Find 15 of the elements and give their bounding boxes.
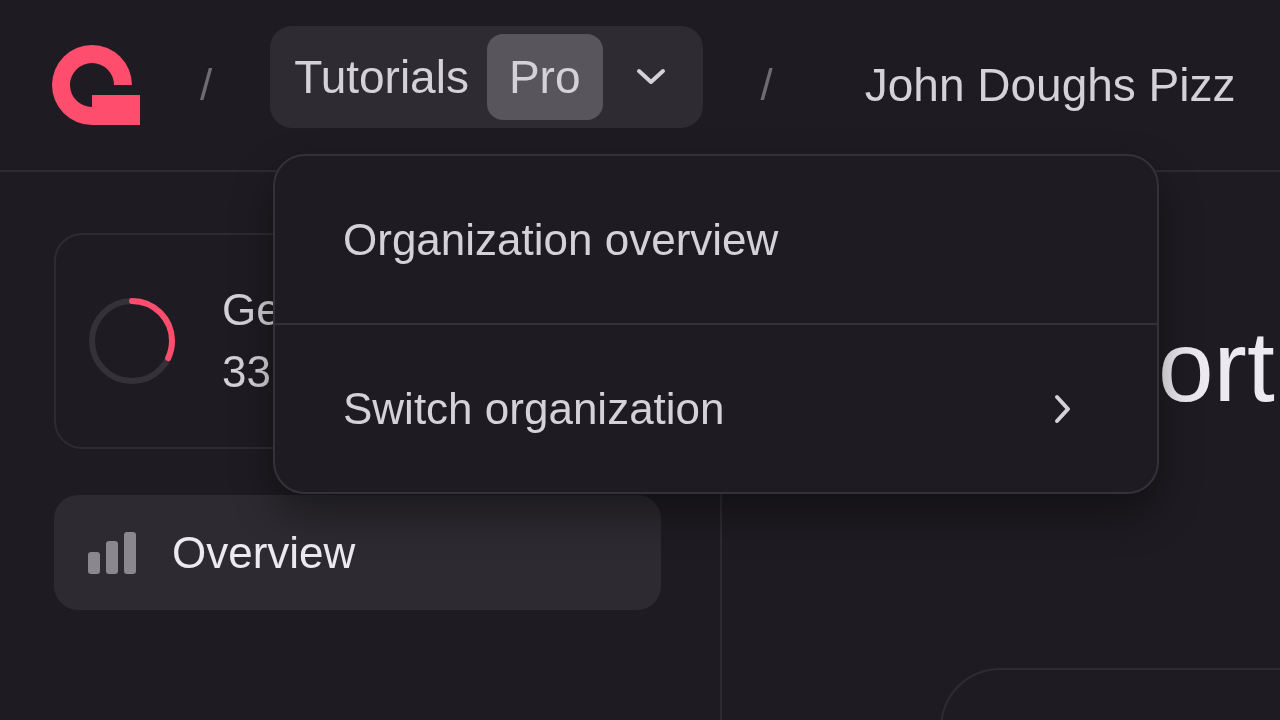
chevron-down-icon: [634, 67, 667, 87]
plan-badge: Pro: [486, 34, 603, 120]
nav-item[interactable]: Overview: [54, 495, 661, 610]
chevron-right-icon: [1053, 392, 1073, 425]
usage-value: 33: [222, 346, 272, 398]
logo-icon: [52, 45, 142, 125]
menu-item[interactable]: Organization overview: [275, 156, 1157, 323]
page-heading: ort: [1158, 310, 1275, 422]
project-name[interactable]: John Doughs Pizz: [864, 50, 1236, 120]
breadcrumb-separator: /: [760, 59, 773, 111]
breadcrumb-separator: /: [200, 59, 213, 111]
menu-item[interactable]: Switch organization: [275, 323, 1157, 492]
organization-switcher[interactable]: Tutorials Pro: [270, 26, 703, 128]
bar-chart-icon: [88, 531, 136, 574]
organization-name: Tutorials: [294, 49, 469, 105]
